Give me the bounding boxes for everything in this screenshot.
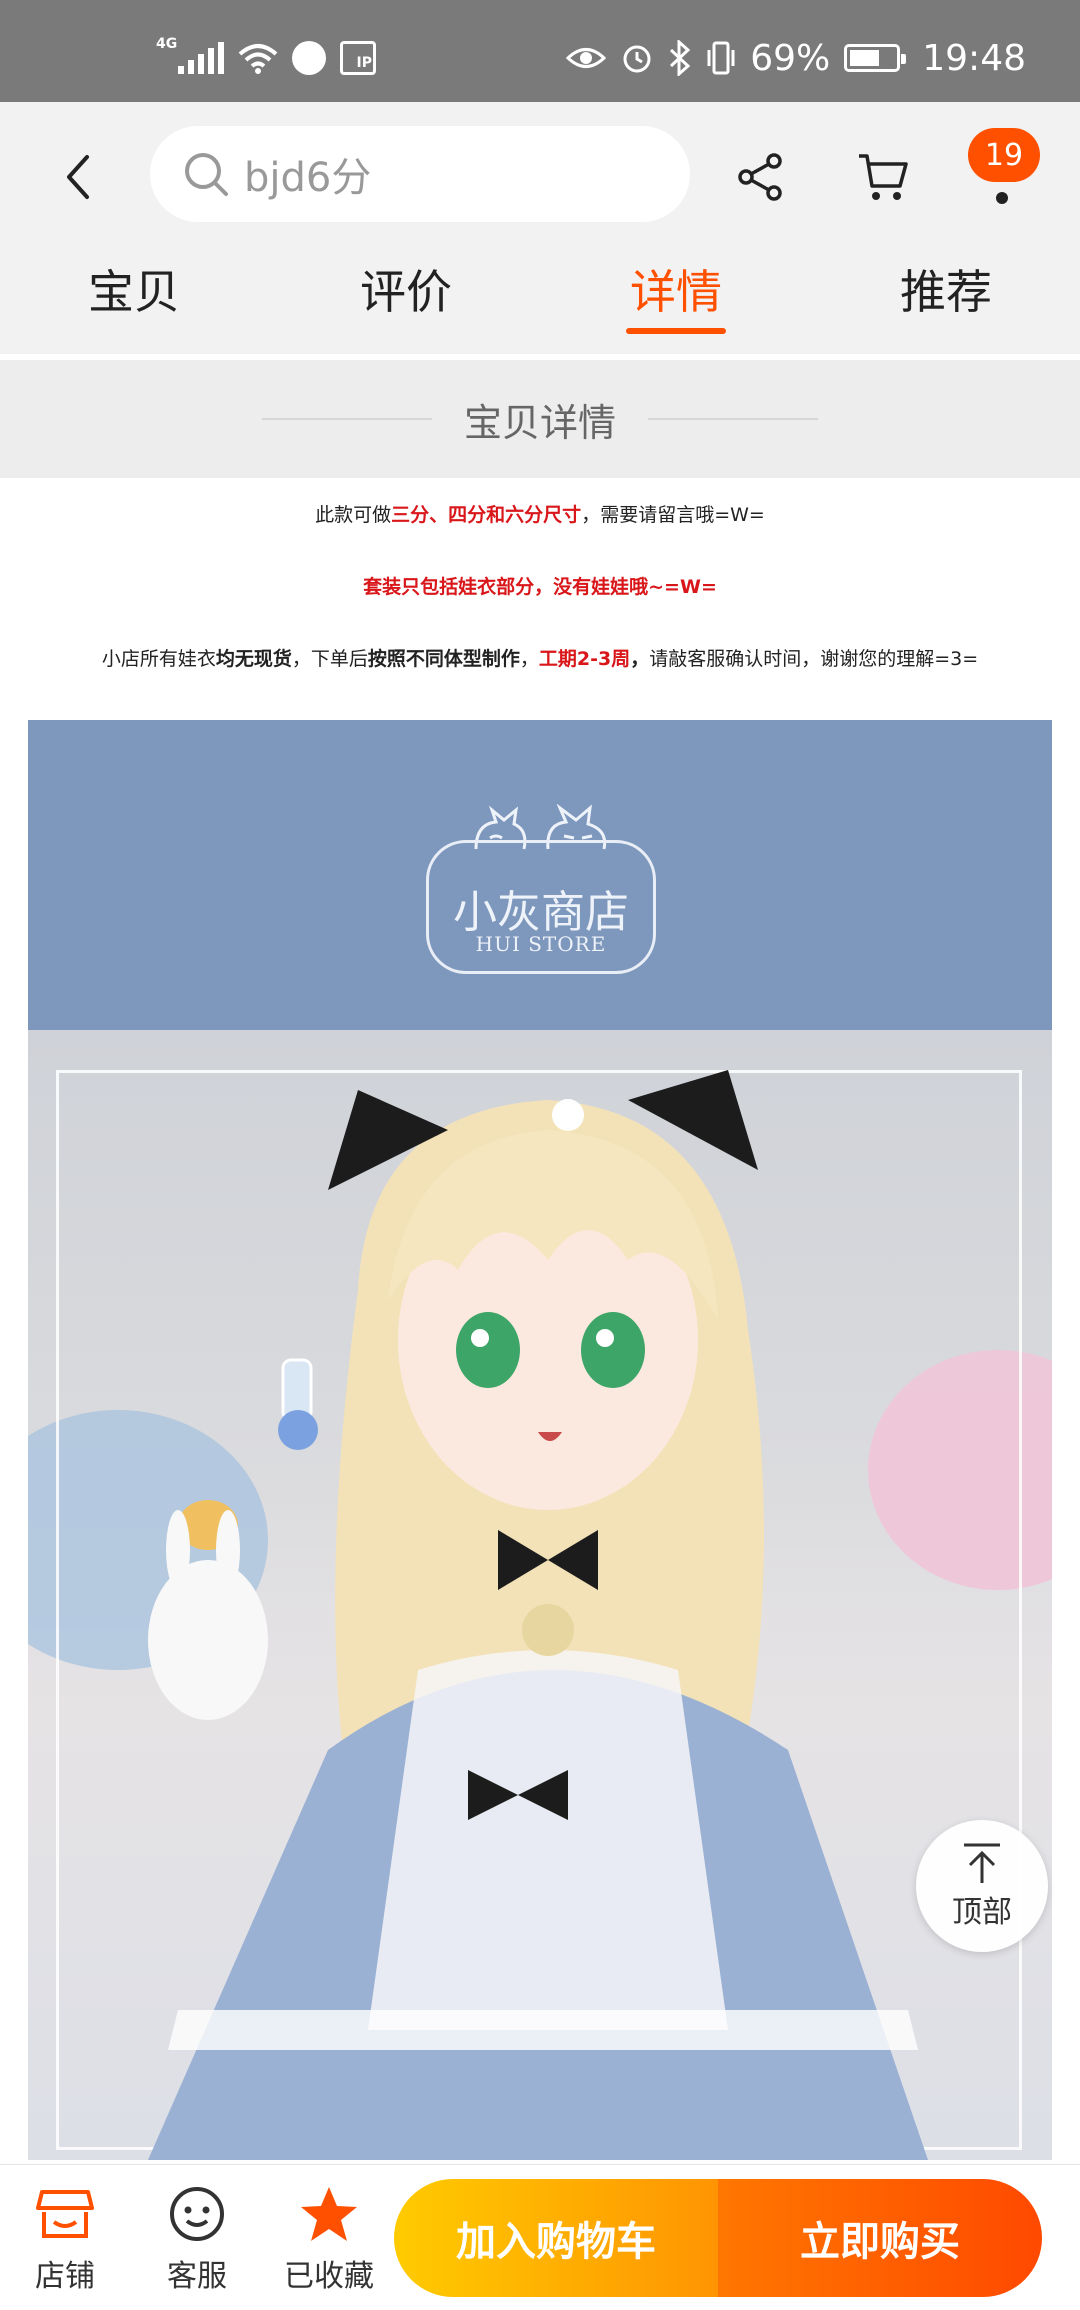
divider bbox=[648, 418, 818, 420]
back-button[interactable] bbox=[48, 142, 108, 212]
section-title: 宝贝详情 bbox=[463, 400, 616, 445]
tab-indicator bbox=[626, 328, 726, 334]
section-header: 宝贝详情 bbox=[0, 360, 1080, 478]
tab-label: 详情 bbox=[630, 265, 722, 319]
status-right: 69% 19:48 bbox=[566, 36, 1026, 80]
bluetooth-icon bbox=[670, 40, 691, 76]
store-banner: 小灰商店 HUI STORE bbox=[28, 720, 1052, 1030]
buy-now-button[interactable]: 立即购买 bbox=[718, 2179, 1042, 2297]
note-text: ， bbox=[519, 648, 539, 670]
tab-recommend[interactable]: 推荐 bbox=[876, 252, 1016, 352]
note-highlight: 套装只包括娃衣部分，没有娃娃哦~=W= bbox=[363, 576, 717, 598]
buy-now-label: 立即购买 bbox=[800, 2219, 960, 2265]
product-photo bbox=[28, 1030, 1052, 2160]
wifi-icon bbox=[238, 44, 278, 74]
status-bar: 4G IP 69% 19:48 bbox=[0, 0, 1080, 102]
note-text: 小店所有娃衣 bbox=[101, 648, 216, 670]
favorite-button[interactable]: 已收藏 bbox=[274, 2181, 384, 2295]
share-button[interactable] bbox=[726, 142, 796, 212]
note-highlight: 三分、四分和六分尺寸 bbox=[391, 504, 582, 526]
tab-label: 推荐 bbox=[900, 265, 992, 319]
note-bold: 按照不同体型制作 bbox=[367, 648, 520, 670]
cart-icon bbox=[859, 154, 908, 200]
note-text: 请敲客服确认时间，谢谢您的理解=3= bbox=[649, 648, 979, 670]
battery-icon bbox=[844, 44, 907, 72]
note-text: ，需要请留言哦=W= bbox=[581, 504, 765, 526]
vibrate-icon bbox=[707, 41, 735, 75]
cellular-signal-icon: 4G bbox=[156, 36, 224, 74]
tab-reviews[interactable]: 评价 bbox=[336, 252, 476, 352]
shop-button[interactable]: 店铺 bbox=[10, 2181, 120, 2295]
tab-label: 宝贝 bbox=[88, 265, 180, 319]
note-line-2: 套装只包括娃衣部分，没有娃娃哦~=W= bbox=[0, 572, 1080, 599]
message-badge[interactable]: 19 bbox=[968, 128, 1040, 182]
store-logo: 小灰商店 HUI STORE bbox=[426, 804, 656, 974]
logo-english-text: HUI STORE bbox=[475, 932, 607, 956]
star-icon bbox=[301, 2187, 357, 2241]
note-line-1: 此款可做三分、四分和六分尺寸，需要请留言哦=W= bbox=[0, 500, 1080, 527]
add-to-cart-label: 加入购物车 bbox=[456, 2219, 656, 2265]
back-to-top-button[interactable]: 顶部 bbox=[916, 1820, 1048, 1952]
note-highlight: 工期2-3周 bbox=[538, 648, 631, 670]
note-text: ，下单后 bbox=[291, 648, 368, 670]
add-to-cart-button[interactable]: 加入购物车 bbox=[394, 2179, 718, 2297]
back-to-top-label: 顶部 bbox=[952, 1895, 1012, 1930]
product-header: bjd6分 19 宝贝 评价 详情 推荐 bbox=[0, 102, 1080, 354]
note-line-3: 小店所有娃衣均无现货，下单后按照不同体型制作，工期2-3周，请敲客服确认时间，谢… bbox=[0, 644, 1080, 671]
note-bold: ， bbox=[630, 648, 650, 670]
back-icon bbox=[67, 155, 89, 199]
customer-service-label: 客服 bbox=[167, 2259, 227, 2294]
more-menu-icon[interactable] bbox=[996, 192, 1008, 204]
share-icon bbox=[738, 153, 782, 201]
battery-percent: 69% bbox=[750, 37, 831, 79]
arrow-up-icon bbox=[964, 1843, 1000, 1883]
status-left: 4G IP bbox=[156, 36, 376, 80]
search-icon bbox=[178, 146, 234, 202]
divider bbox=[261, 418, 432, 420]
customer-service-button[interactable]: 客服 bbox=[142, 2181, 252, 2295]
note-bold: 均无现货 bbox=[215, 648, 292, 670]
alarm-icon bbox=[623, 45, 651, 73]
store-icon bbox=[36, 2190, 94, 2238]
tab-details[interactable]: 详情 bbox=[606, 252, 746, 352]
cart-button[interactable] bbox=[848, 142, 918, 212]
tab-item[interactable]: 宝贝 bbox=[64, 252, 204, 352]
tab-bar: 宝贝 评价 详情 推荐 bbox=[0, 252, 1080, 352]
bottom-action-bar: 店铺 客服 已收藏 加入购物车 立即购买 bbox=[0, 2164, 1080, 2310]
eye-comfort-icon bbox=[566, 48, 607, 68]
spotify-icon bbox=[292, 41, 326, 75]
ip-icon: IP bbox=[340, 41, 376, 75]
tab-label: 评价 bbox=[360, 265, 452, 319]
clock: 19:48 bbox=[922, 37, 1026, 79]
search-text: bjd6分 bbox=[244, 155, 372, 201]
logo-chinese-text: 小灰商店 bbox=[453, 887, 629, 938]
shop-label: 店铺 bbox=[35, 2259, 95, 2294]
chat-face-icon bbox=[170, 2187, 224, 2241]
search-bar[interactable]: bjd6分 bbox=[150, 126, 690, 222]
doll-illustration bbox=[148, 1070, 928, 2160]
note-text: 此款可做 bbox=[315, 504, 392, 526]
network-type: 4G bbox=[156, 36, 178, 52]
favorite-label: 已收藏 bbox=[284, 2259, 374, 2294]
